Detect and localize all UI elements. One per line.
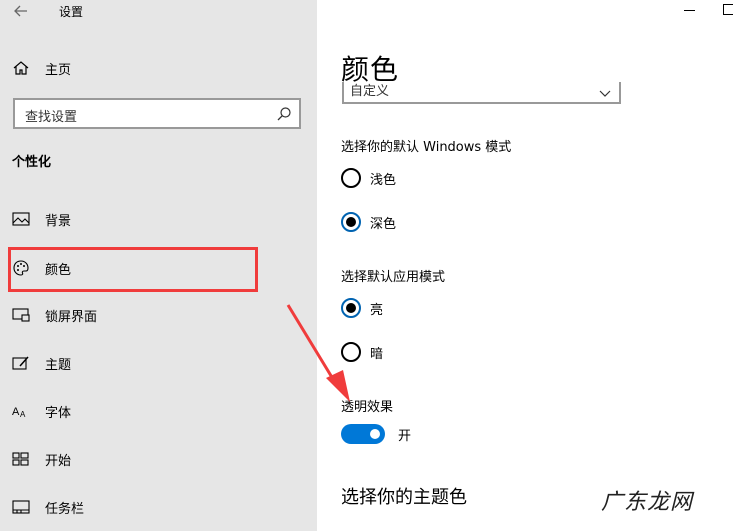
sidebar-item-lock-screen[interactable]: 锁屏界面 (12, 303, 302, 327)
app-title: 设置 (59, 5, 84, 19)
search-placeholder: 查找设置 (25, 110, 78, 125)
sidebar-item-label: 主题 (45, 357, 72, 373)
radio-app-light[interactable]: 亮 (341, 297, 383, 319)
radio-windows-light[interactable]: 浅色 (341, 167, 396, 189)
watermark: 广东龙网 (601, 490, 694, 515)
section-title: 个性化 (12, 155, 52, 170)
sidebar-item-label: 字体 (45, 405, 72, 421)
back-button[interactable] (12, 2, 30, 20)
toggle-state-label: 开 (398, 428, 412, 444)
radio-label: 深色 (370, 216, 397, 232)
radio-circle (341, 212, 361, 232)
app-mode-label: 选择默认应用模式 (341, 270, 446, 285)
sidebar-item-taskbar[interactable]: 任务栏 (12, 495, 302, 519)
sidebar-item-start[interactable]: 开始 (12, 447, 302, 471)
radio-label: 亮 (370, 302, 384, 318)
sidebar-item-home[interactable]: 主页 (12, 56, 302, 80)
windows-mode-label: 选择你的默认 Windows 模式 (341, 140, 512, 155)
search-input[interactable]: 查找设置 (13, 98, 301, 129)
sidebar-item-themes[interactable]: 主题 (12, 351, 302, 375)
sidebar-item-label: 主页 (45, 62, 72, 78)
lock-screen-icon (12, 307, 30, 323)
dropdown-value: 自定义 (350, 84, 390, 99)
transparency-toggle[interactable] (341, 424, 385, 444)
home-icon (12, 59, 30, 77)
accent-color-heading: 选择你的主题色 (341, 487, 467, 508)
start-tiles-icon (12, 451, 30, 467)
picture-icon (12, 211, 30, 227)
toggle-knob (370, 429, 380, 439)
radio-label: 暗 (370, 346, 384, 362)
sidebar-item-label: 背景 (45, 213, 72, 229)
sidebar-item-fonts[interactable]: A A 字体 (12, 399, 302, 423)
radio-circle (341, 168, 361, 188)
radio-circle (341, 342, 361, 362)
sidebar-item-background[interactable]: 背景 (12, 207, 302, 231)
back-arrow-icon (14, 5, 27, 17)
sidebar: 设置 主页 查找设置 个性化 背景 颜色 锁屏界面 主题 A A 字体 开始 任… (0, 0, 317, 531)
taskbar-icon (12, 499, 30, 515)
sidebar-item-label: 任务栏 (45, 501, 85, 517)
transparency-label: 透明效果 (341, 400, 394, 415)
maximize-button[interactable] (723, 4, 733, 15)
main-content: 颜色 自定义 选择你的默认 Windows 模式 浅色 深色 选择默认应用模式 … (317, 0, 733, 531)
radio-label: 浅色 (370, 172, 397, 188)
sidebar-item-label: 锁屏界面 (45, 309, 98, 325)
svg-text:A: A (12, 406, 20, 418)
transparency-toggle-row: 开 (341, 424, 411, 444)
font-icon: A A (12, 403, 30, 419)
svg-text:A: A (20, 410, 26, 419)
radio-app-dark[interactable]: 暗 (341, 341, 383, 363)
radio-windows-dark[interactable]: 深色 (341, 211, 396, 233)
chevron-down-icon (599, 84, 611, 97)
minimize-button[interactable] (684, 10, 695, 11)
theme-brush-icon (12, 355, 30, 371)
radio-circle (341, 298, 361, 318)
search-icon[interactable] (276, 106, 292, 122)
color-select-dropdown[interactable]: 自定义 (342, 82, 621, 104)
sidebar-item-label: 开始 (45, 453, 72, 469)
annotation-highlight-box (8, 247, 258, 292)
